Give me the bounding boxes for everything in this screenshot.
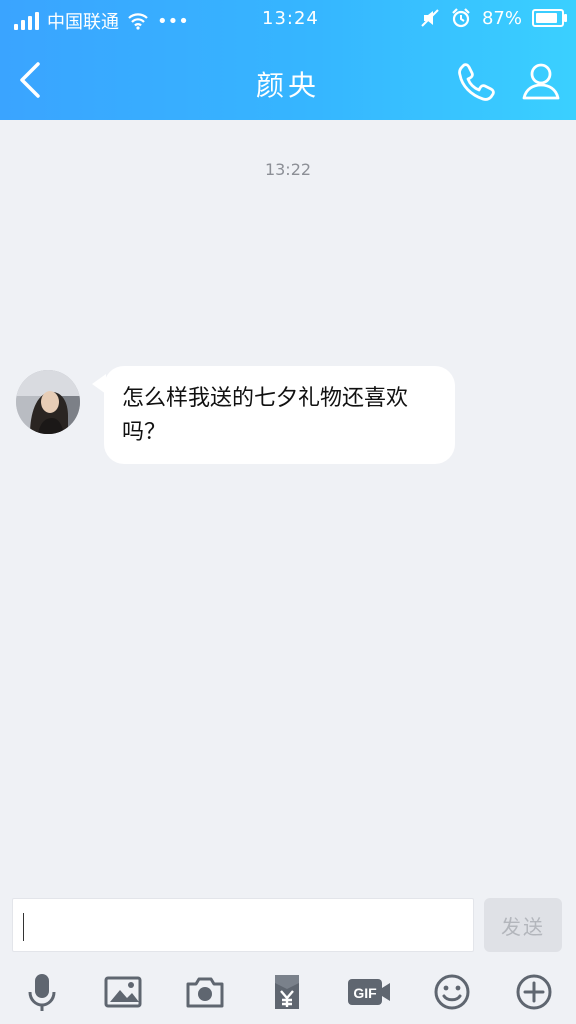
status-bar: 中国联通 ••• 13:24 87% <box>0 0 576 40</box>
emoji-icon[interactable] <box>432 972 472 1012</box>
carrier-label: 中国联通 <box>47 12 119 33</box>
message-text: 怎么样我送的七夕礼物还喜欢吗？ <box>122 386 409 445</box>
message-bubble[interactable]: 怎么样我送的七夕礼物还喜欢吗？ <box>92 366 455 464</box>
battery-label: 87% <box>481 7 522 29</box>
gif-icon[interactable]: GIF <box>347 972 391 1012</box>
phone-icon[interactable] <box>455 60 497 102</box>
nav-bar: 颜央 <box>0 40 576 120</box>
input-bar: 发送 <box>0 890 576 960</box>
contact-avatar[interactable] <box>16 370 80 434</box>
plus-icon[interactable] <box>514 972 554 1012</box>
message-input[interactable] <box>12 898 474 952</box>
wifi-icon <box>128 13 148 30</box>
red-packet-icon[interactable] <box>267 972 307 1012</box>
profile-icon[interactable] <box>520 60 562 102</box>
camera-icon[interactable] <box>185 972 225 1012</box>
alarm-icon <box>452 8 470 28</box>
avatar-image <box>16 370 80 434</box>
send-button[interactable]: 发送 <box>484 898 562 952</box>
battery-icon <box>532 9 567 27</box>
message-timestamp: 13:22 <box>264 160 312 179</box>
status-time: 13:24 <box>262 8 319 29</box>
svg-text:GIF: GIF <box>353 985 377 1001</box>
signal-icon <box>14 12 39 30</box>
more-indicator: ••• <box>157 10 189 32</box>
status-left: 中国联通 ••• <box>14 8 189 34</box>
status-right: 87% <box>420 7 567 29</box>
chat-toolbar: GIF <box>0 960 576 1024</box>
top-bar: 中国联通 ••• 13:24 87% 颜央 <box>0 0 576 120</box>
mic-icon[interactable] <box>22 972 62 1012</box>
image-icon[interactable] <box>103 972 143 1012</box>
mute-icon <box>421 9 439 27</box>
